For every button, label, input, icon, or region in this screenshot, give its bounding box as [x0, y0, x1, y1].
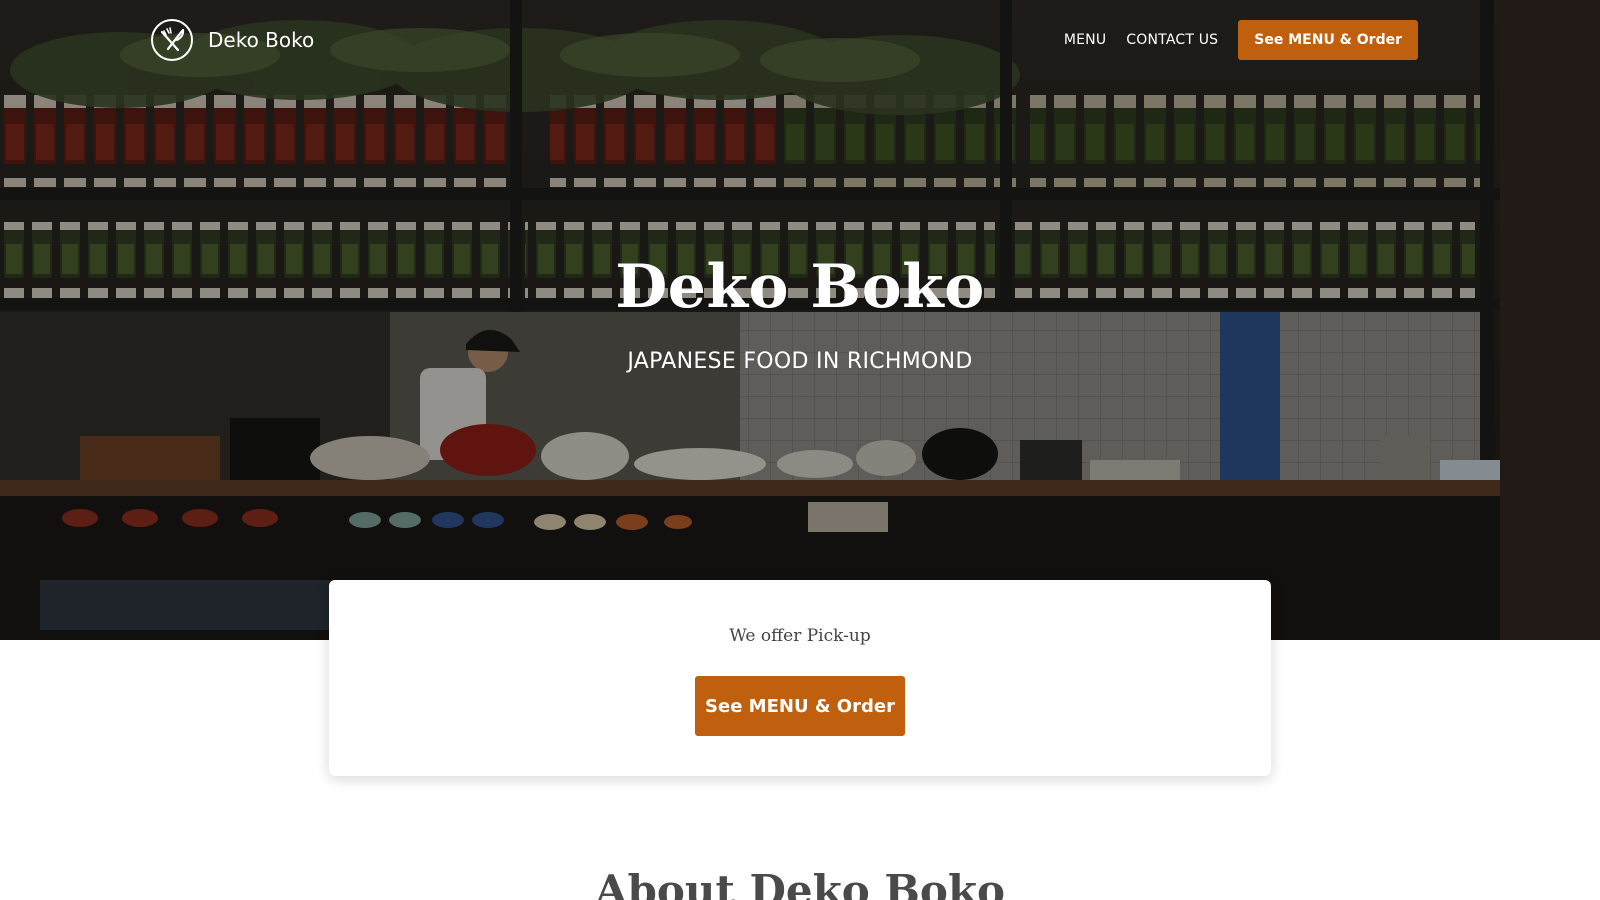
nav-link-menu[interactable]: MENU [1064, 32, 1106, 48]
pickup-card: We offer Pick-up See MENU & Order [329, 580, 1271, 776]
knife-fork-icon [151, 19, 193, 61]
brand-name: Deko Boko [208, 28, 315, 52]
hero-subtitle: JAPANESE FOOD IN RICHMOND [627, 349, 973, 374]
pickup-order-button[interactable]: See MENU & Order [695, 676, 905, 736]
site-header: Deko Boko MENU CONTACT US See MENU & Ord… [0, 0, 1600, 80]
nav-link-contact-us[interactable]: CONTACT US [1126, 32, 1218, 48]
hero-section: Deko Boko JAPANESE FOOD IN RICHMOND [0, 0, 1600, 640]
brand-home-link[interactable]: Deko Boko [150, 18, 314, 62]
about-heading: About Deko Boko [594, 866, 1006, 900]
main-nav: MENU CONTACT US See MENU & Order [1064, 20, 1418, 60]
pickup-text: We offer Pick-up [729, 626, 871, 646]
hero-title: Deko Boko [615, 252, 985, 322]
header-order-button[interactable]: See MENU & Order [1238, 20, 1418, 60]
